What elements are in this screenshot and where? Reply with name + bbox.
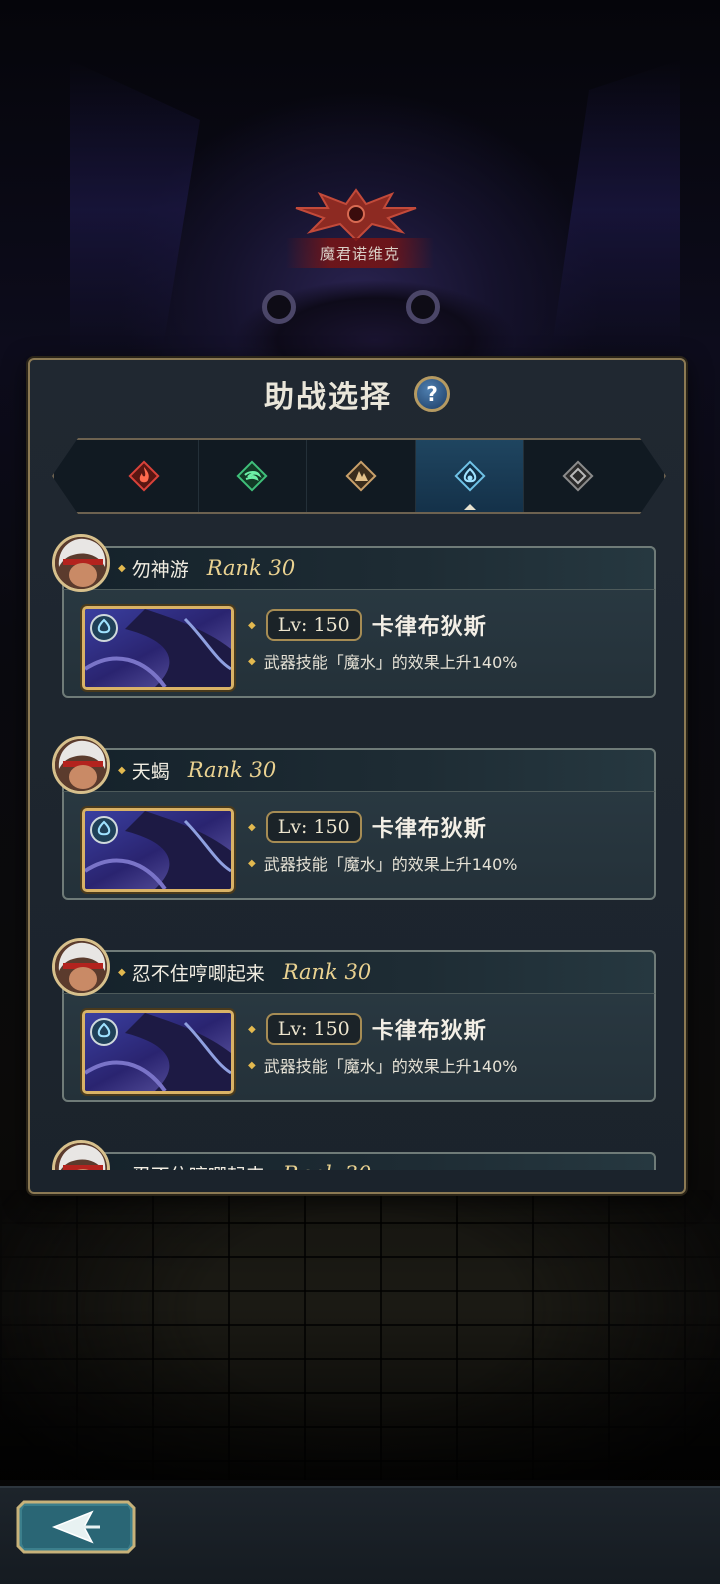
help-button[interactable]: ? (414, 376, 450, 412)
weapon-effect: 武器技能「魔水」的效果上升140% (263, 855, 518, 874)
player-rank: Rank 30 (187, 758, 277, 782)
tab-earth[interactable] (307, 440, 416, 512)
tab-fire[interactable] (90, 440, 199, 512)
diamond-bullet-icon: ◆ (248, 655, 256, 667)
diamond-bullet-icon: ◆ (118, 966, 126, 978)
weapon-thumbnail[interactable] (82, 808, 234, 892)
diamond-bullet-icon: ◆ (248, 1023, 256, 1035)
weapon-effect-line: ◆ 武器技能「魔水」的效果上升140% (248, 1052, 517, 1078)
fire-element-icon (127, 459, 161, 493)
boss-left-eye (262, 290, 296, 324)
support-list[interactable]: ◆ 勿神游 Rank 30 ◆ Lv: 150 卡律布狄斯 ◆ 武器技能「魔水」… (48, 530, 670, 1170)
right-pillar-shadow (550, 60, 680, 360)
wind-element-icon (235, 459, 269, 493)
support-card[interactable]: ◆ 勿神游 Rank 30 ◆ Lv: 150 卡律布狄斯 ◆ 武器技能「魔水」… (48, 530, 670, 702)
support-card[interactable]: ◆ 天蝎 Rank 30 ◆ Lv: 150 卡律布狄斯 ◆ 武器技能「魔水」的… (48, 732, 670, 904)
back-button[interactable] (16, 1500, 136, 1554)
boss-crest-icon (295, 188, 417, 242)
weapon-level-badge: Lv: 150 (265, 609, 362, 641)
diamond-bullet-icon: ◆ (118, 764, 126, 776)
weapon-name: 卡律布狄斯 (371, 1019, 487, 1044)
avatar (52, 1140, 110, 1170)
diamond-bullet-icon: ◆ (248, 619, 256, 631)
weapon-name: 卡律布狄斯 (371, 817, 487, 842)
avatar (52, 534, 110, 592)
water-element-icon (90, 816, 118, 844)
question-mark-icon: ? (426, 382, 438, 406)
player-line: ◆ 忍不住哼唧起来 Rank 30 (118, 956, 371, 988)
weapon-thumbnail[interactable] (82, 1010, 234, 1094)
support-card[interactable]: ◆ 忍不住哼唧起来 Rank 30 ◆ Lv: 150 卡律布狄斯 ◆ 武器技能… (48, 934, 670, 1106)
player-name: 忍不住哼唧起来 (132, 1161, 265, 1171)
support-card[interactable]: ◆ 忍不住哼唧起来 Rank 30 (48, 1136, 670, 1170)
water-element-icon (453, 459, 487, 493)
diamond-bullet-icon: ◆ (248, 1059, 256, 1071)
weapon-effect: 武器技能「魔水」的效果上升140% (263, 1057, 518, 1076)
player-name: 天蝎 (131, 760, 170, 783)
avatar (52, 938, 110, 996)
weapon-effect-line: ◆ 武器技能「魔水」的效果上升140% (248, 850, 517, 876)
weapon-level-badge: Lv: 150 (265, 1013, 362, 1045)
player-line: ◆ 天蝎 Rank 30 (118, 754, 276, 786)
weapon-info: ◆ Lv: 150 卡律布狄斯 (248, 810, 487, 844)
weapon-thumbnail[interactable] (82, 606, 234, 690)
floor-shade (0, 1190, 720, 1480)
water-element-icon (90, 1018, 118, 1046)
player-line: ◆ 勿神游 Rank 30 (118, 552, 295, 584)
diamond-bullet-icon: ◆ (118, 1169, 126, 1171)
element-tabs (52, 438, 666, 514)
panel-header: 助战选择 ? (30, 374, 684, 415)
boss-right-eye (406, 290, 440, 324)
diamond-bullet-icon: ◆ (248, 821, 256, 833)
player-rank: Rank 30 (283, 1162, 371, 1170)
boss-name-plate: 魔君诺维克 (286, 238, 434, 268)
left-pillar-shadow (70, 60, 200, 360)
tab-wind[interactable] (199, 440, 308, 512)
weapon-info: ◆ Lv: 150 卡律布狄斯 (248, 608, 487, 642)
earth-element-icon (344, 459, 378, 493)
neutral-element-icon (561, 459, 595, 493)
panel-title: 助战选择 (264, 380, 392, 415)
player-name: 忍不住哼唧起来 (131, 962, 265, 985)
player-name: 勿神游 (131, 558, 189, 581)
weapon-name: 卡律布狄斯 (371, 615, 487, 640)
support-select-panel: 助战选择 ? ◆ 勿神游 Rank 30 ◆ Lv: 150 卡律布狄斯 ◆ 武… (28, 358, 686, 1194)
diamond-bullet-icon: ◆ (248, 857, 256, 869)
weapon-effect: 武器技能「魔水」的效果上升140% (263, 653, 518, 672)
player-rank: Rank 30 (282, 960, 372, 984)
player-rank: Rank 30 (206, 556, 296, 580)
weapon-level-badge: Lv: 150 (265, 811, 362, 843)
player-line: ◆ 忍不住哼唧起来 Rank 30 (118, 1158, 371, 1170)
boss-name: 魔君诺维克 (319, 244, 400, 263)
tab-neutral[interactable] (524, 440, 632, 512)
diamond-bullet-icon: ◆ (118, 562, 126, 574)
water-element-icon (90, 614, 118, 642)
avatar (52, 736, 110, 794)
weapon-effect-line: ◆ 武器技能「魔水」的效果上升140% (248, 648, 517, 674)
boss-silhouette (230, 270, 520, 370)
tab-water[interactable] (416, 440, 525, 512)
weapon-info: ◆ Lv: 150 卡律布狄斯 (248, 1012, 487, 1046)
